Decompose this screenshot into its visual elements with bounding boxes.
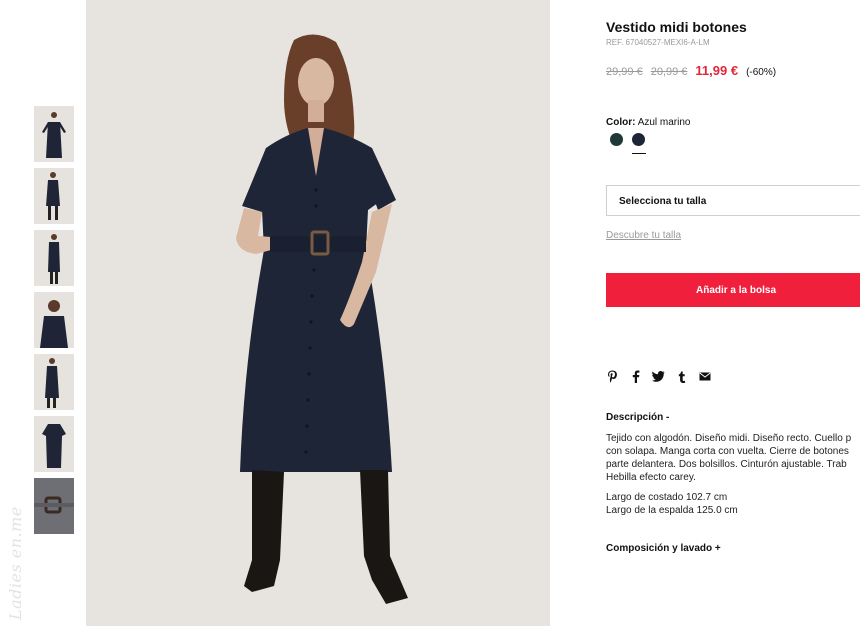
thumbnail-4[interactable] (34, 292, 74, 348)
color-selected-name: Azul marino (637, 117, 691, 128)
color-label-title: Color: (606, 117, 636, 128)
main-product-image[interactable] (86, 0, 550, 626)
description-text: Tejido con algodón. Diseño midi. Diseño … (606, 432, 860, 484)
description-line: con solapa. Manga corta con vuelta. Cier… (606, 446, 849, 457)
email-icon[interactable] (698, 370, 711, 383)
thumbnail-gallery (34, 106, 74, 540)
thumbnail-6[interactable] (34, 416, 74, 472)
size-select[interactable]: Selecciona tu talla (606, 185, 860, 216)
thumbnail-5[interactable] (34, 354, 74, 410)
twitter-icon[interactable] (652, 370, 665, 383)
product-reference: REF. 67040527-MEXI6-A-LM (606, 38, 710, 47)
pinterest-icon[interactable] (606, 370, 619, 383)
selected-swatch-indicator (632, 153, 646, 154)
thumbnail-3[interactable] (34, 230, 74, 286)
description-toggle[interactable]: Descripción - (606, 412, 669, 423)
description-line: Tejido con algodón. Diseño midi. Diseño … (606, 433, 852, 444)
color-swatch-navy[interactable] (632, 133, 645, 146)
share-icons (606, 370, 711, 383)
color-swatch-green[interactable] (610, 133, 623, 146)
price-block: 29,99 € 20,99 € 11,99 € (-60%) (606, 63, 776, 78)
thumbnail-7[interactable] (34, 478, 74, 534)
add-to-bag-button[interactable]: Añadir a la bolsa (606, 273, 860, 307)
color-label: Color: Azul marino (606, 117, 691, 128)
description-line: Hebilla efecto carey. (606, 472, 696, 483)
measure-side-length: Largo de costado 102.7 cm (606, 492, 728, 503)
previous-price: 20,99 € (650, 66, 688, 78)
thumbnail-1[interactable] (34, 106, 74, 162)
measure-back-length: Largo de la espalda 125.0 cm (606, 505, 738, 516)
size-guide-link[interactable]: Descubre tu talla (606, 230, 681, 241)
thumbnail-2[interactable] (34, 168, 74, 224)
facebook-icon[interactable] (629, 370, 642, 383)
discount-badge: (-60%) (746, 67, 777, 78)
tumblr-icon[interactable] (675, 370, 688, 383)
original-price: 29,99 € (606, 66, 643, 78)
product-title: Vestido midi botones (606, 19, 747, 35)
description-line: parte delantera. Dos bolsillos. Cinturón… (606, 459, 847, 470)
current-price: 11,99 € (695, 63, 739, 78)
composition-toggle[interactable]: Composición y lavado + (606, 543, 721, 554)
